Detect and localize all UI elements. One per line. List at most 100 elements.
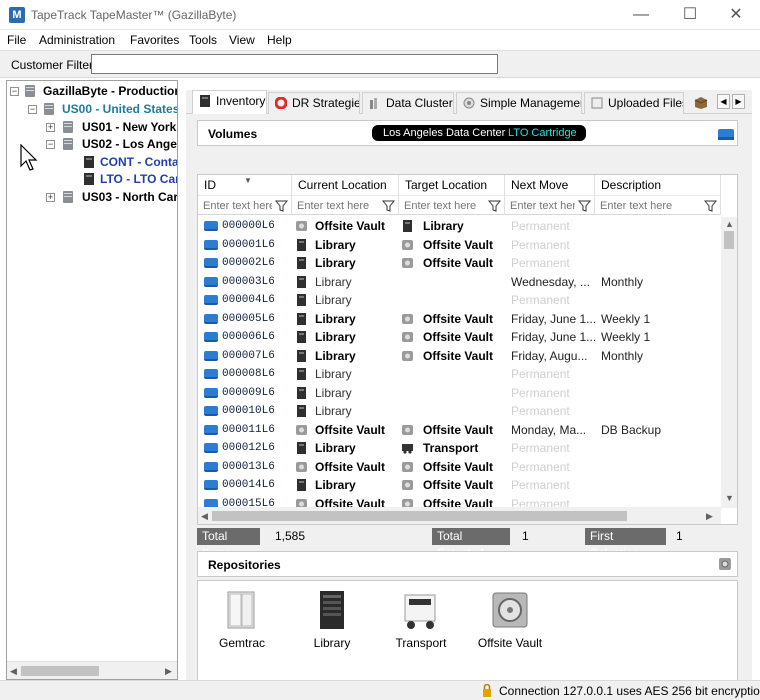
collapse-icon[interactable]: − — [10, 87, 19, 96]
table-row[interactable]: 000013L6 Offsite Vault Offsite Vault Perman… — [198, 458, 723, 477]
tab-simple-management[interactable]: Simple Management — [456, 92, 582, 114]
menu-help[interactable]: Help — [267, 33, 292, 47]
repository-label: Offsite Vault — [477, 636, 543, 650]
table-row[interactable]: 000006L6 Library Offsite Vault Friday, June… — [198, 328, 723, 347]
description: DB Backup — [601, 422, 662, 437]
scroll-right-icon[interactable]: ▶ — [706, 511, 713, 522]
tree-scroll-thumb[interactable] — [21, 666, 99, 676]
next-move: Friday, June 1... — [511, 330, 595, 344]
table-row[interactable]: 000005L6 Library Offsite Vault Friday, June… — [198, 310, 723, 329]
volume-menu-icon[interactable] — [718, 127, 734, 140]
repository-offsite-vault[interactable]: Offsite Vault — [469, 581, 549, 686]
filter-input-target-location[interactable] — [400, 197, 485, 214]
repository-transport[interactable]: Transport — [380, 581, 460, 686]
filter-funnel-icon[interactable] — [275, 199, 288, 212]
volume-id: 000010L6 — [222, 405, 275, 417]
repository-library[interactable]: Library — [291, 581, 371, 686]
vault-icon[interactable] — [718, 557, 732, 571]
vault-icon — [296, 221, 307, 231]
table-row[interactable]: 000015L6 Offsite Vault Offsite Vault Perman… — [198, 495, 723, 507]
table-row[interactable]: 000011L6 Offsite Vault Offsite Vault Monday… — [198, 421, 723, 440]
tree-horizontal-scrollbar[interactable]: ◀ ▶ — [7, 661, 177, 679]
filter-input-current-location[interactable] — [293, 197, 379, 214]
grid-horizontal-scrollbar[interactable]: ◀ ▶ — [198, 507, 721, 524]
volume-id: 000006L6 — [222, 331, 275, 343]
grid-vscroll-thumb[interactable] — [724, 231, 734, 249]
column-header-target-location[interactable]: Target Location — [399, 175, 505, 195]
next-move: Permanent — [511, 293, 570, 307]
filter-funnel-icon[interactable] — [578, 199, 591, 212]
minimize-button[interactable]: — — [623, 4, 659, 26]
menu-favorites[interactable]: Favorites — [130, 33, 179, 47]
filter-input-id[interactable] — [199, 197, 272, 214]
menu-bar: File Administration Favorites Tools View… — [0, 30, 760, 50]
inventory-content: Volumes Los Angeles Data Center LTO Cart… — [186, 114, 752, 688]
collapse-icon[interactable]: − — [46, 140, 55, 149]
filter-funnel-icon[interactable] — [704, 199, 717, 212]
server-icon — [63, 121, 73, 133]
table-row[interactable]: 000009L6 Library Permanent — [198, 384, 723, 403]
menu-view[interactable]: View — [229, 33, 255, 47]
maximize-button[interactable]: ☐ — [672, 4, 708, 26]
collapse-icon[interactable]: − — [28, 105, 37, 114]
table-row[interactable]: 000004L6 Library Permanent — [198, 291, 723, 310]
menu-tools[interactable]: Tools — [189, 33, 217, 47]
library-icon — [297, 331, 306, 343]
tape-icon — [204, 239, 218, 250]
tab-scroll-left-button[interactable]: ◀ — [717, 94, 730, 109]
table-row[interactable]: 000001L6 Library Offsite Vault Permanent — [198, 236, 723, 255]
close-button[interactable]: ✕ — [718, 4, 754, 26]
tab-label: Data Clusters — [386, 96, 454, 110]
main-panel: Inventory DR Strategies Data Clusters Si… — [186, 90, 752, 688]
filter-funnel-icon[interactable] — [382, 199, 395, 212]
library-icon — [297, 386, 306, 399]
volume-id: 000013L6 — [222, 460, 275, 473]
scroll-up-icon[interactable]: ▲ — [725, 219, 734, 229]
volumes-header: Volumes Los Angeles Data Center LTO Cart… — [197, 120, 738, 146]
tab-scroll-right-button[interactable]: ▶ — [732, 94, 745, 109]
vault-icon — [402, 424, 413, 435]
table-row[interactable]: 000007L6 Library Offsite Vault Friday, Augu… — [198, 347, 723, 366]
table-row[interactable]: 000014L6 Library Offsite Vault Permanent — [198, 476, 723, 495]
next-move: Permanent — [511, 441, 570, 455]
tree-label: US02 - Los Angeles — [82, 137, 177, 151]
table-row[interactable]: 000003L6 Library Wednesday, ... Monthly — [198, 273, 723, 292]
table-row[interactable]: 000010L6 Library Permanent — [198, 402, 723, 421]
library-icon — [403, 220, 412, 232]
grid-vertical-scrollbar[interactable]: ▲ ▼ — [721, 217, 737, 508]
scroll-left-icon[interactable]: ◀ — [201, 511, 208, 522]
table-row[interactable]: 000008L6 Library Permanent — [198, 365, 723, 384]
column-header-description[interactable]: Description — [595, 175, 721, 195]
next-move: Permanent — [511, 385, 570, 400]
table-row[interactable]: 000012L6 Library Transport Permanent — [198, 439, 723, 458]
tab-uploaded-files[interactable]: Uploaded Files — [584, 92, 684, 114]
table-row[interactable]: 000002L6 Library Offsite Vault Permanent — [198, 254, 723, 273]
table-row[interactable]: 000000L6 Offsite Vault Library Permanent — [198, 217, 723, 236]
target-location: Offsite Vault — [423, 311, 494, 326]
tab-data-clusters[interactable]: Data Clusters — [362, 92, 454, 114]
scroll-down-icon[interactable]: ▼ — [725, 493, 734, 503]
grid-hscroll-thumb[interactable] — [212, 511, 627, 521]
scroll-left-icon[interactable]: ◀ — [10, 666, 17, 677]
column-header-next-move[interactable]: Next Move — [505, 175, 595, 195]
total-selected-value: 1 — [522, 529, 529, 543]
filter-funnel-icon[interactable] — [488, 199, 501, 212]
repository-gemtrac[interactable]: Gemtrac — [201, 581, 281, 686]
expand-icon[interactable]: + — [46, 123, 55, 132]
menu-administration[interactable]: Administration — [39, 33, 115, 47]
lock-icon — [483, 684, 491, 697]
column-header-current-location[interactable]: Current Location — [292, 175, 399, 195]
tab-inventory[interactable]: Inventory — [192, 90, 267, 115]
vault-icon — [492, 592, 528, 628]
menu-file[interactable]: File — [7, 33, 26, 47]
repository-label: Gemtrac — [218, 636, 265, 650]
tab-dr-strategies[interactable]: DR Strategies — [268, 92, 360, 114]
library-icon — [297, 442, 306, 454]
expand-icon[interactable]: + — [46, 193, 55, 202]
filter-input-next-move[interactable] — [506, 197, 575, 214]
first-selection-label: First Selection — [585, 528, 666, 560]
tape-icon — [204, 221, 218, 231]
filter-input-description[interactable] — [596, 197, 701, 214]
scroll-right-icon[interactable]: ▶ — [165, 666, 172, 677]
customer-filter-input[interactable] — [91, 54, 498, 74]
